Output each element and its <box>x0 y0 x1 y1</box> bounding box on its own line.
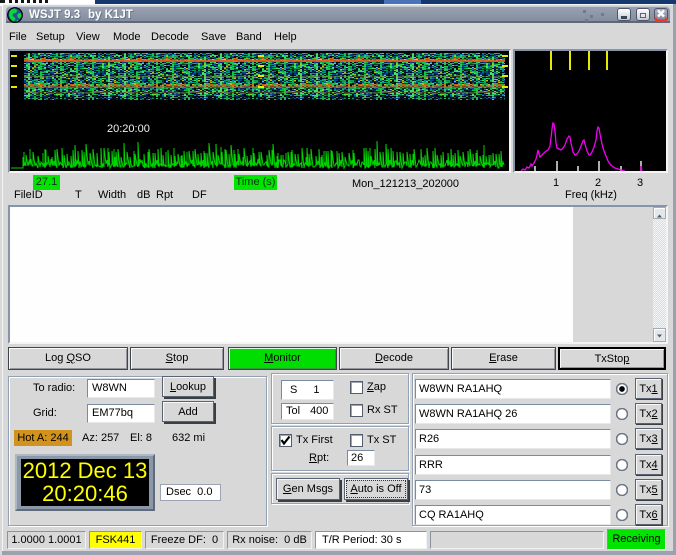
svg-text:20:20:00: 20:20:00 <box>107 123 150 135</box>
